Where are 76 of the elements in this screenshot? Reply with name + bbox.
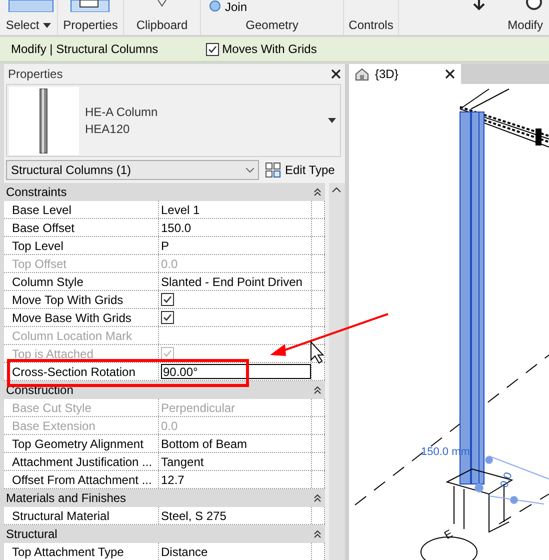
property-label: Move Base With Grids (4, 309, 159, 326)
property-label: Top Level (4, 237, 159, 254)
property-value: 0.0 (161, 418, 178, 432)
dimension-label: 0.0 (498, 470, 515, 490)
group-label: Properties (63, 18, 118, 32)
property-value: Distance (161, 544, 208, 558)
section-title: Construction (6, 383, 74, 397)
property-label: Base Level (4, 201, 159, 218)
property-value: 150.0 (161, 220, 192, 234)
section-header[interactable]: Constraints (4, 183, 325, 201)
property-value: Slanted - End Point Driven (161, 274, 302, 288)
close-icon (331, 69, 341, 79)
type-selector[interactable]: HE-A Column HEA120 (6, 84, 341, 157)
property-label: Column Style (4, 273, 159, 290)
checkbox[interactable] (206, 42, 220, 56)
dropdown-caret-icon (43, 23, 52, 28)
property-label: Attachment Justification ... (4, 453, 159, 470)
group-label: Controls (348, 18, 394, 32)
close-icon (445, 69, 455, 79)
property-label: Top Geometry Alignment (4, 435, 159, 452)
property-value: Bottom of Beam (161, 436, 248, 450)
property-label: Base Extension (4, 417, 159, 434)
property-label: Top Offset (4, 255, 159, 272)
property-label: Move Top With Grids (4, 291, 159, 308)
property-label: Cross-Section Rotation (4, 363, 159, 380)
collapse-icon (314, 494, 321, 502)
property-label: Top is Attached (4, 345, 159, 362)
property-label: Top Attachment Type (4, 543, 159, 560)
chevron-down-icon (246, 168, 254, 172)
property-label: Column Location Mark (4, 327, 159, 344)
panel-title: Properties (8, 67, 63, 81)
selection-icon (8, 0, 54, 12)
scrollbar[interactable] (329, 183, 345, 560)
check-icon (162, 294, 173, 305)
checkbox-label: Moves With Grids (222, 42, 317, 56)
property-value: P (161, 238, 170, 252)
section-title: Constraints (6, 185, 67, 199)
edit-type-button[interactable]: Edit Type (265, 162, 335, 178)
property-label: Base Cut Style (4, 399, 159, 416)
filter-dropdown[interactable]: Structural Columns (1) (6, 160, 259, 180)
value-field[interactable]: 90.00° (161, 364, 311, 379)
tab-label: {3D} (375, 67, 398, 81)
edit-type-icon (265, 162, 281, 178)
check-icon (162, 312, 173, 323)
property-value: Steel, S 275 (161, 508, 226, 522)
checkbox[interactable] (161, 293, 174, 306)
property-value: Perpendicular (161, 400, 236, 414)
property-value: Tangent (161, 454, 204, 468)
section-header[interactable]: Materials and Finishes (4, 489, 325, 507)
view-tab[interactable]: {3D} (349, 64, 461, 84)
join-label[interactable]: Join (225, 0, 248, 14)
collapse-icon (314, 188, 321, 196)
property-value: 12.7 (161, 472, 184, 486)
dropdown-caret-icon (328, 118, 336, 123)
group-label: Geometry (246, 18, 298, 32)
section-title: Structural (6, 527, 58, 541)
group-label: Clipboard (136, 18, 188, 32)
property-label: Structural Material (4, 507, 159, 524)
join-icon (209, 0, 221, 12)
select-menu[interactable]: Select (6, 18, 52, 32)
check-icon (207, 44, 218, 54)
property-value: 0.0 (161, 256, 178, 270)
group-label: Modify (508, 18, 543, 32)
property-value: Level 1 (161, 202, 200, 216)
collapse-icon (314, 386, 321, 394)
collapse-icon (314, 530, 321, 538)
scroll-up-icon (332, 187, 341, 193)
context-title: Modify | Structural Columns (11, 42, 158, 56)
type-family: HE-A Column (85, 104, 159, 120)
section-title: Materials and Finishes (6, 491, 126, 505)
type-name: HEA120 (85, 120, 131, 138)
property-label: Base Offset (4, 219, 159, 236)
house-icon (355, 68, 369, 80)
checkbox[interactable] (161, 311, 174, 324)
property-label: Offset From Attachment ... (4, 471, 159, 488)
section-header[interactable]: Structural (4, 525, 325, 543)
